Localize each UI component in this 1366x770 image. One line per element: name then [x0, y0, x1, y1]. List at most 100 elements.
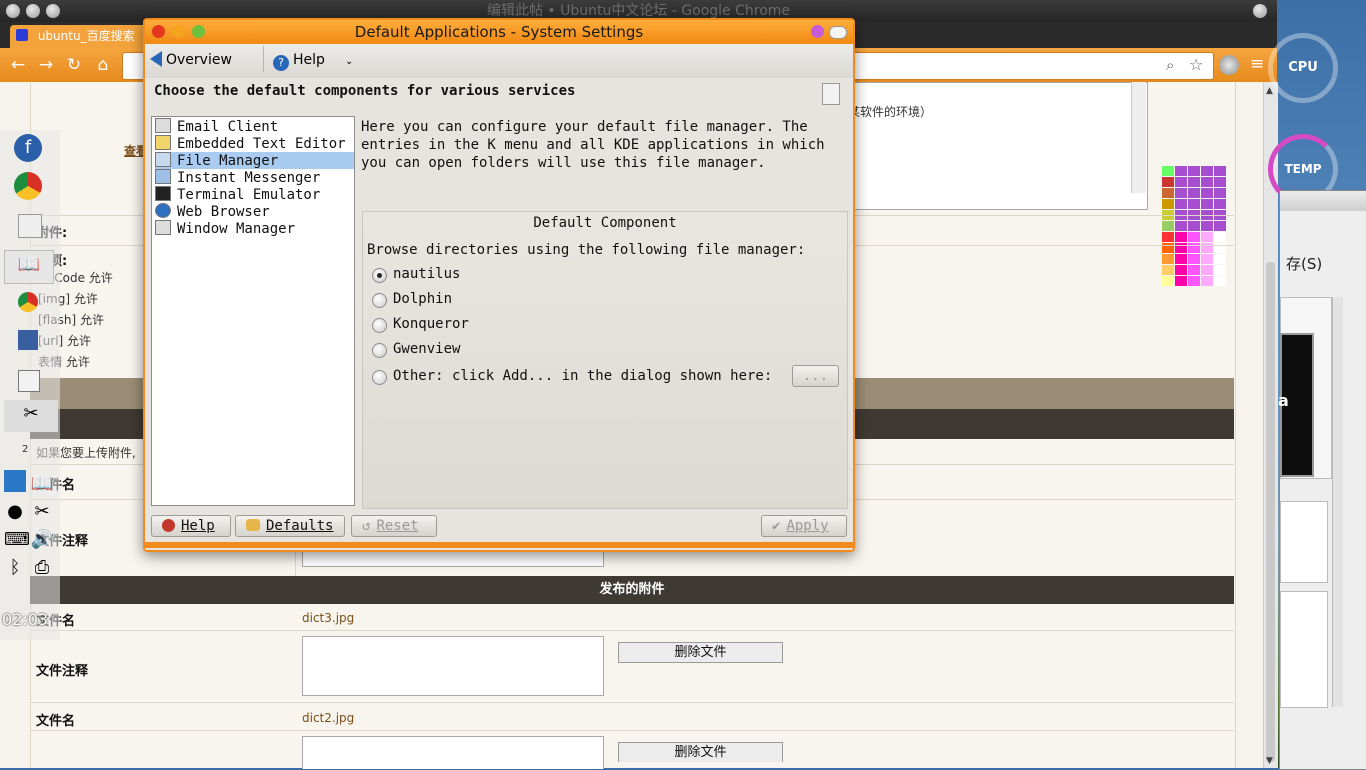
virtualbox-icon[interactable] — [18, 330, 38, 350]
scroll-up-arrow-icon[interactable]: ▲ — [1266, 86, 1273, 96]
palette-swatch[interactable] — [1201, 276, 1213, 286]
list-item-instant-messenger[interactable]: Instant Messenger — [155, 169, 354, 186]
radio-other[interactable] — [372, 370, 387, 385]
list-item-terminal-emulator[interactable]: Terminal Emulator — [155, 186, 354, 203]
scissors-icon[interactable]: ✂ — [30, 498, 54, 522]
palette-swatch[interactable] — [1175, 221, 1187, 231]
book-icon[interactable]: 📖 — [4, 250, 54, 284]
list-item-web-browser[interactable]: Web Browser — [155, 203, 354, 220]
palette-swatch[interactable] — [1201, 254, 1213, 264]
attachment1-name[interactable]: dict3.jpg — [302, 611, 354, 625]
palette-swatch[interactable] — [1201, 265, 1213, 275]
palette-swatch[interactable] — [1188, 221, 1200, 231]
attachment2-delete-button[interactable]: 删除文件 — [618, 742, 783, 762]
book-small-icon[interactable]: 📖 — [30, 470, 54, 494]
printer-icon[interactable]: ⎙ — [30, 554, 54, 578]
palette-swatch[interactable] — [1214, 199, 1226, 209]
dialog-shade-button[interactable] — [829, 26, 847, 39]
zoom-icon[interactable]: ⌕ — [1166, 56, 1184, 74]
list-item-window-manager[interactable]: Window Manager — [155, 220, 354, 237]
home-icon[interactable]: ⌂ — [93, 55, 113, 75]
palette-swatch[interactable] — [1188, 265, 1200, 275]
palette-swatch[interactable] — [1188, 232, 1200, 242]
component-list[interactable]: Email Client Embedded Text Editor File M… — [151, 116, 355, 506]
tab-baidu[interactable]: ubuntu_百度搜索 — [10, 25, 150, 48]
attachment2-comment-textarea[interactable] — [302, 736, 604, 769]
palette-swatch[interactable] — [1214, 166, 1226, 176]
textarea-scrollbar[interactable] — [1131, 82, 1146, 193]
chrome-icon[interactable] — [14, 172, 42, 200]
palette-swatch[interactable] — [1162, 177, 1174, 187]
attachment2-name[interactable]: dict2.jpg — [302, 711, 354, 725]
radio-dolphin-label[interactable]: Dolphin — [393, 291, 452, 307]
palette-swatch[interactable] — [1188, 276, 1200, 286]
palette-swatch[interactable] — [1201, 188, 1213, 198]
palette-swatch[interactable] — [1214, 276, 1226, 286]
palette-swatch[interactable] — [1214, 177, 1226, 187]
reload-icon[interactable]: ↻ — [64, 55, 84, 75]
list-item-text-editor[interactable]: Embedded Text Editor — [155, 135, 354, 152]
palette-swatch[interactable] — [1162, 265, 1174, 275]
toolbar-help-button[interactable]: ? Help — [273, 48, 325, 72]
scroll-down-arrow-icon[interactable]: ▼ — [1266, 756, 1273, 766]
defaults-button[interactable]: Defaults — [235, 515, 345, 537]
palette-swatch[interactable] — [1175, 199, 1187, 209]
list-item-file-manager[interactable]: File Manager — [155, 152, 354, 169]
color-palette[interactable] — [1162, 164, 1228, 290]
help-dropdown-chevron-icon[interactable]: ⌄ — [345, 56, 353, 67]
dialog-close-button[interactable] — [152, 25, 165, 38]
dialog-keep-above-button[interactable] — [811, 25, 824, 38]
scroll-thumb[interactable] — [1266, 262, 1275, 762]
radio-nautilus-label[interactable]: nautilus — [393, 266, 460, 282]
palette-swatch[interactable] — [1162, 254, 1174, 264]
overview-button[interactable]: Overview — [150, 48, 232, 72]
background-window[interactable]: 存(S) a — [1278, 190, 1366, 770]
palette-swatch[interactable] — [1175, 232, 1187, 242]
palette-swatch[interactable] — [1162, 188, 1174, 198]
display-icon[interactable] — [18, 370, 40, 392]
chrome-small-icon[interactable] — [18, 292, 38, 312]
radio-other-label[interactable]: Other: click Add... in the dialog shown … — [393, 368, 772, 384]
radio-nautilus[interactable] — [372, 268, 387, 283]
radio-konqueror[interactable] — [372, 318, 387, 333]
list-item-email-client[interactable]: Email Client — [155, 118, 354, 135]
document-icon[interactable] — [18, 214, 42, 238]
palette-swatch[interactable] — [1162, 199, 1174, 209]
attachment1-comment-textarea[interactable] — [302, 636, 604, 696]
palette-swatch[interactable] — [1214, 188, 1226, 198]
palette-swatch[interactable] — [1175, 254, 1187, 264]
palette-swatch[interactable] — [1214, 254, 1226, 264]
palette-swatch[interactable] — [1201, 177, 1213, 187]
chrome-menu-icon[interactable]: ≡ — [1250, 55, 1268, 73]
extension-globe-icon[interactable] — [1219, 55, 1239, 75]
chrome-restore-button[interactable] — [1253, 4, 1267, 18]
dialog-maximize-button[interactable] — [192, 25, 205, 38]
palette-swatch[interactable] — [1201, 166, 1213, 176]
palette-swatch[interactable] — [1162, 232, 1174, 242]
workspace-indicator[interactable]: 2 — [22, 444, 28, 455]
chrome-minimize-button[interactable] — [26, 4, 40, 18]
keyboard-icon[interactable]: ⌨ — [4, 526, 30, 550]
network-icon[interactable]: ● — [4, 498, 26, 522]
palette-swatch[interactable] — [1162, 166, 1174, 176]
background-window-scrollbar[interactable] — [1332, 297, 1343, 707]
dialog-minimize-button[interactable] — [172, 25, 185, 38]
radio-gwenview-label[interactable]: Gwenview — [393, 341, 460, 357]
message-textarea[interactable]: 某软件的环境） — [845, 82, 1148, 210]
back-arrow-icon[interactable]: ← — [8, 55, 28, 75]
bluetooth-icon[interactable]: ᛒ — [4, 554, 26, 578]
palette-swatch[interactable] — [1201, 199, 1213, 209]
palette-swatch[interactable] — [1175, 166, 1187, 176]
palette-swatch[interactable] — [1188, 177, 1200, 187]
help-button[interactable]: Help — [151, 515, 231, 537]
chrome-maximize-button[interactable] — [46, 4, 60, 18]
palette-swatch[interactable] — [1175, 188, 1187, 198]
attachment1-delete-button[interactable]: 删除文件 — [618, 642, 783, 663]
settings-tools-icon[interactable]: ✂ — [4, 400, 58, 432]
bookmark-star-icon[interactable]: ☆ — [1189, 55, 1207, 74]
palette-swatch[interactable] — [1175, 276, 1187, 286]
forward-arrow-icon[interactable]: → — [36, 55, 56, 75]
palette-swatch[interactable] — [1188, 199, 1200, 209]
palette-swatch[interactable] — [1201, 221, 1213, 231]
palette-swatch[interactable] — [1162, 276, 1174, 286]
